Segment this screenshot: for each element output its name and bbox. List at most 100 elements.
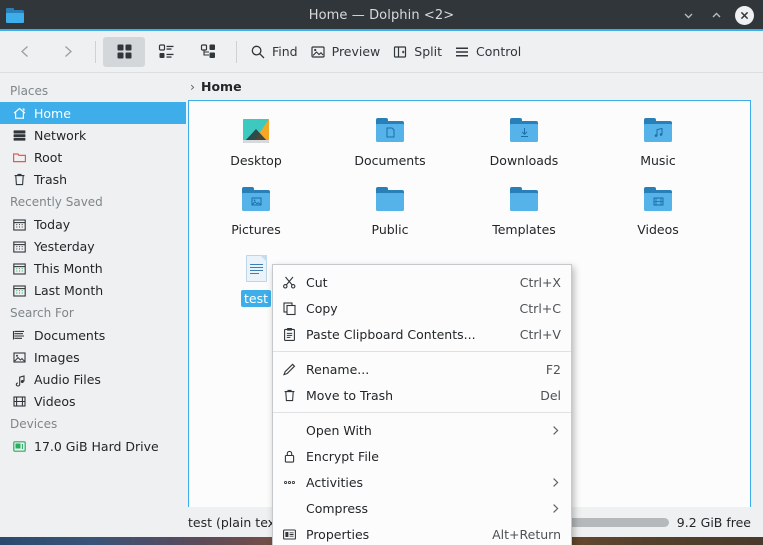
context-menu[interactable]: Cut Ctrl+X Copy Ctrl+C Paste Clipboard C… <box>272 264 572 545</box>
toolbar-divider-2 <box>236 41 237 63</box>
split-button[interactable]: Split <box>386 37 448 67</box>
menu-item-activities[interactable]: Activities <box>273 469 571 495</box>
menu-item-shortcut: F2 <box>546 362 561 377</box>
menu-item-label: Open With <box>306 423 541 438</box>
file-item-label: Downloads <box>487 152 562 169</box>
menu-item-copy[interactable]: Copy Ctrl+C <box>273 295 571 321</box>
sidebar-item-label: Videos <box>34 394 76 409</box>
menu-item-shortcut: Alt+Return <box>492 527 561 542</box>
sidebar-item-today[interactable]: Today <box>0 213 186 235</box>
breadcrumb[interactable]: › Home <box>186 73 763 100</box>
sidebar-item-audio-files[interactable]: Audio Files <box>0 368 186 390</box>
file-item-label: Templates <box>489 221 559 238</box>
calendar-green-icon <box>11 282 27 298</box>
find-button[interactable]: Find <box>244 37 304 67</box>
menu-item-shortcut: Ctrl+V <box>520 327 561 342</box>
forward-button[interactable] <box>46 37 88 67</box>
window-controls <box>675 0 757 31</box>
menu-item-move-to-trash[interactable]: Move to Trash Del <box>273 382 571 408</box>
sidebar-item-label: Network <box>34 128 86 143</box>
menu-item-paste[interactable]: Paste Clipboard Contents... Ctrl+V <box>273 321 571 347</box>
sidebar-item-images[interactable]: Images <box>0 346 186 368</box>
file-item-pictures[interactable]: Pictures <box>189 184 323 251</box>
view-compact-button[interactable] <box>145 37 187 67</box>
menu-item-label: Cut <box>306 275 511 290</box>
menu-item-label: Activities <box>306 475 541 490</box>
folder-pictures-icon <box>240 184 272 216</box>
search-icon <box>250 44 266 60</box>
toolbar: Find Preview Split Control <box>0 31 763 73</box>
pencil-icon <box>281 361 297 377</box>
sidebar-item-hard-drive[interactable]: 17.0 GiB Hard Drive <box>0 435 186 457</box>
maximize-icon[interactable] <box>703 3 729 29</box>
sidebar-item-yesterday[interactable]: Yesterday <box>0 235 186 257</box>
sidebar-item-last-month[interactable]: Last Month <box>0 279 186 301</box>
find-label: Find <box>272 44 298 59</box>
toolbar-divider <box>95 41 96 63</box>
view-icons-button[interactable] <box>103 37 145 67</box>
menu-item-cut[interactable]: Cut Ctrl+X <box>273 269 571 295</box>
sidebar-section-devices: Devices <box>0 412 186 435</box>
menu-item-encrypt-file[interactable]: Encrypt File <box>273 443 571 469</box>
file-item-public[interactable]: Public <box>323 184 457 251</box>
menu-item-compress[interactable]: Compress <box>273 495 571 521</box>
sidebar-item-documents[interactable]: Documents <box>0 324 186 346</box>
sidebar-item-trash[interactable]: Trash <box>0 168 186 190</box>
sidebar-item-label: Trash <box>34 172 67 187</box>
trash-icon <box>11 171 27 187</box>
folder-videos-icon <box>642 184 674 216</box>
file-item-downloads[interactable]: Downloads <box>457 115 591 182</box>
file-item-documents[interactable]: Documents <box>323 115 457 182</box>
back-button[interactable] <box>4 37 46 67</box>
sidebar-item-label: Documents <box>34 328 105 343</box>
view-details-button[interactable] <box>187 37 229 67</box>
menu-item-rename[interactable]: Rename... F2 <box>273 356 571 382</box>
calendar-green-icon <box>11 260 27 276</box>
file-item-templates[interactable]: Templates <box>457 184 591 251</box>
hamburger-menu-icon <box>454 44 470 60</box>
sidebar-item-label: 17.0 GiB Hard Drive <box>34 439 159 454</box>
file-item-label: Documents <box>351 152 428 169</box>
file-item-videos[interactable]: Videos <box>591 184 725 251</box>
sidebar-item-videos[interactable]: Videos <box>0 390 186 412</box>
control-label: Control <box>476 44 521 59</box>
file-item-label: test <box>241 290 271 307</box>
free-space-label: 9.2 GiB free <box>677 515 751 530</box>
sidebar-item-label: Yesterday <box>34 239 95 254</box>
menu-item-label: Copy <box>306 301 511 316</box>
file-item-desktop[interactable]: Desktop <box>189 115 323 182</box>
folder-downloads-icon <box>508 115 540 147</box>
menu-item-shortcut: Ctrl+X <box>520 275 561 290</box>
close-icon[interactable] <box>731 3 757 29</box>
preview-icon <box>310 44 326 60</box>
split-label: Split <box>414 44 442 59</box>
chevron-right-icon <box>550 503 561 514</box>
sidebar-item-network[interactable]: Network <box>0 124 186 146</box>
lock-icon <box>281 448 297 464</box>
home-icon <box>11 105 27 121</box>
sidebar-item-label: Audio Files <box>34 372 101 387</box>
minimize-icon[interactable] <box>675 3 701 29</box>
sidebar-item-label: Home <box>34 106 71 121</box>
sidebar-item-label: This Month <box>34 261 103 276</box>
split-icon <box>392 44 408 60</box>
control-button[interactable]: Control <box>448 37 527 67</box>
window-title: Home — Dolphin <2> <box>0 8 763 23</box>
breadcrumb-current[interactable]: Home <box>201 79 242 94</box>
dots-icon <box>281 474 297 490</box>
sidebar-item-root[interactable]: Root <box>0 146 186 168</box>
places-sidebar: Places Home Network <box>0 73 186 537</box>
menu-item-label: Properties <box>306 527 483 542</box>
menu-item-open-with[interactable]: Open With <box>273 417 571 443</box>
root-folder-icon <box>11 149 27 165</box>
image-icon <box>11 349 27 365</box>
paste-icon <box>281 326 297 342</box>
network-icon <box>11 127 27 143</box>
menu-item-properties[interactable]: Properties Alt+Return <box>273 521 571 545</box>
sidebar-item-this-month[interactable]: This Month <box>0 257 186 279</box>
folder-icon <box>6 7 24 25</box>
sidebar-item-home[interactable]: Home <box>0 102 186 124</box>
sidebar-section-search-for: Search For <box>0 301 186 324</box>
preview-button[interactable]: Preview <box>304 37 387 67</box>
file-item-music[interactable]: Music <box>591 115 725 182</box>
